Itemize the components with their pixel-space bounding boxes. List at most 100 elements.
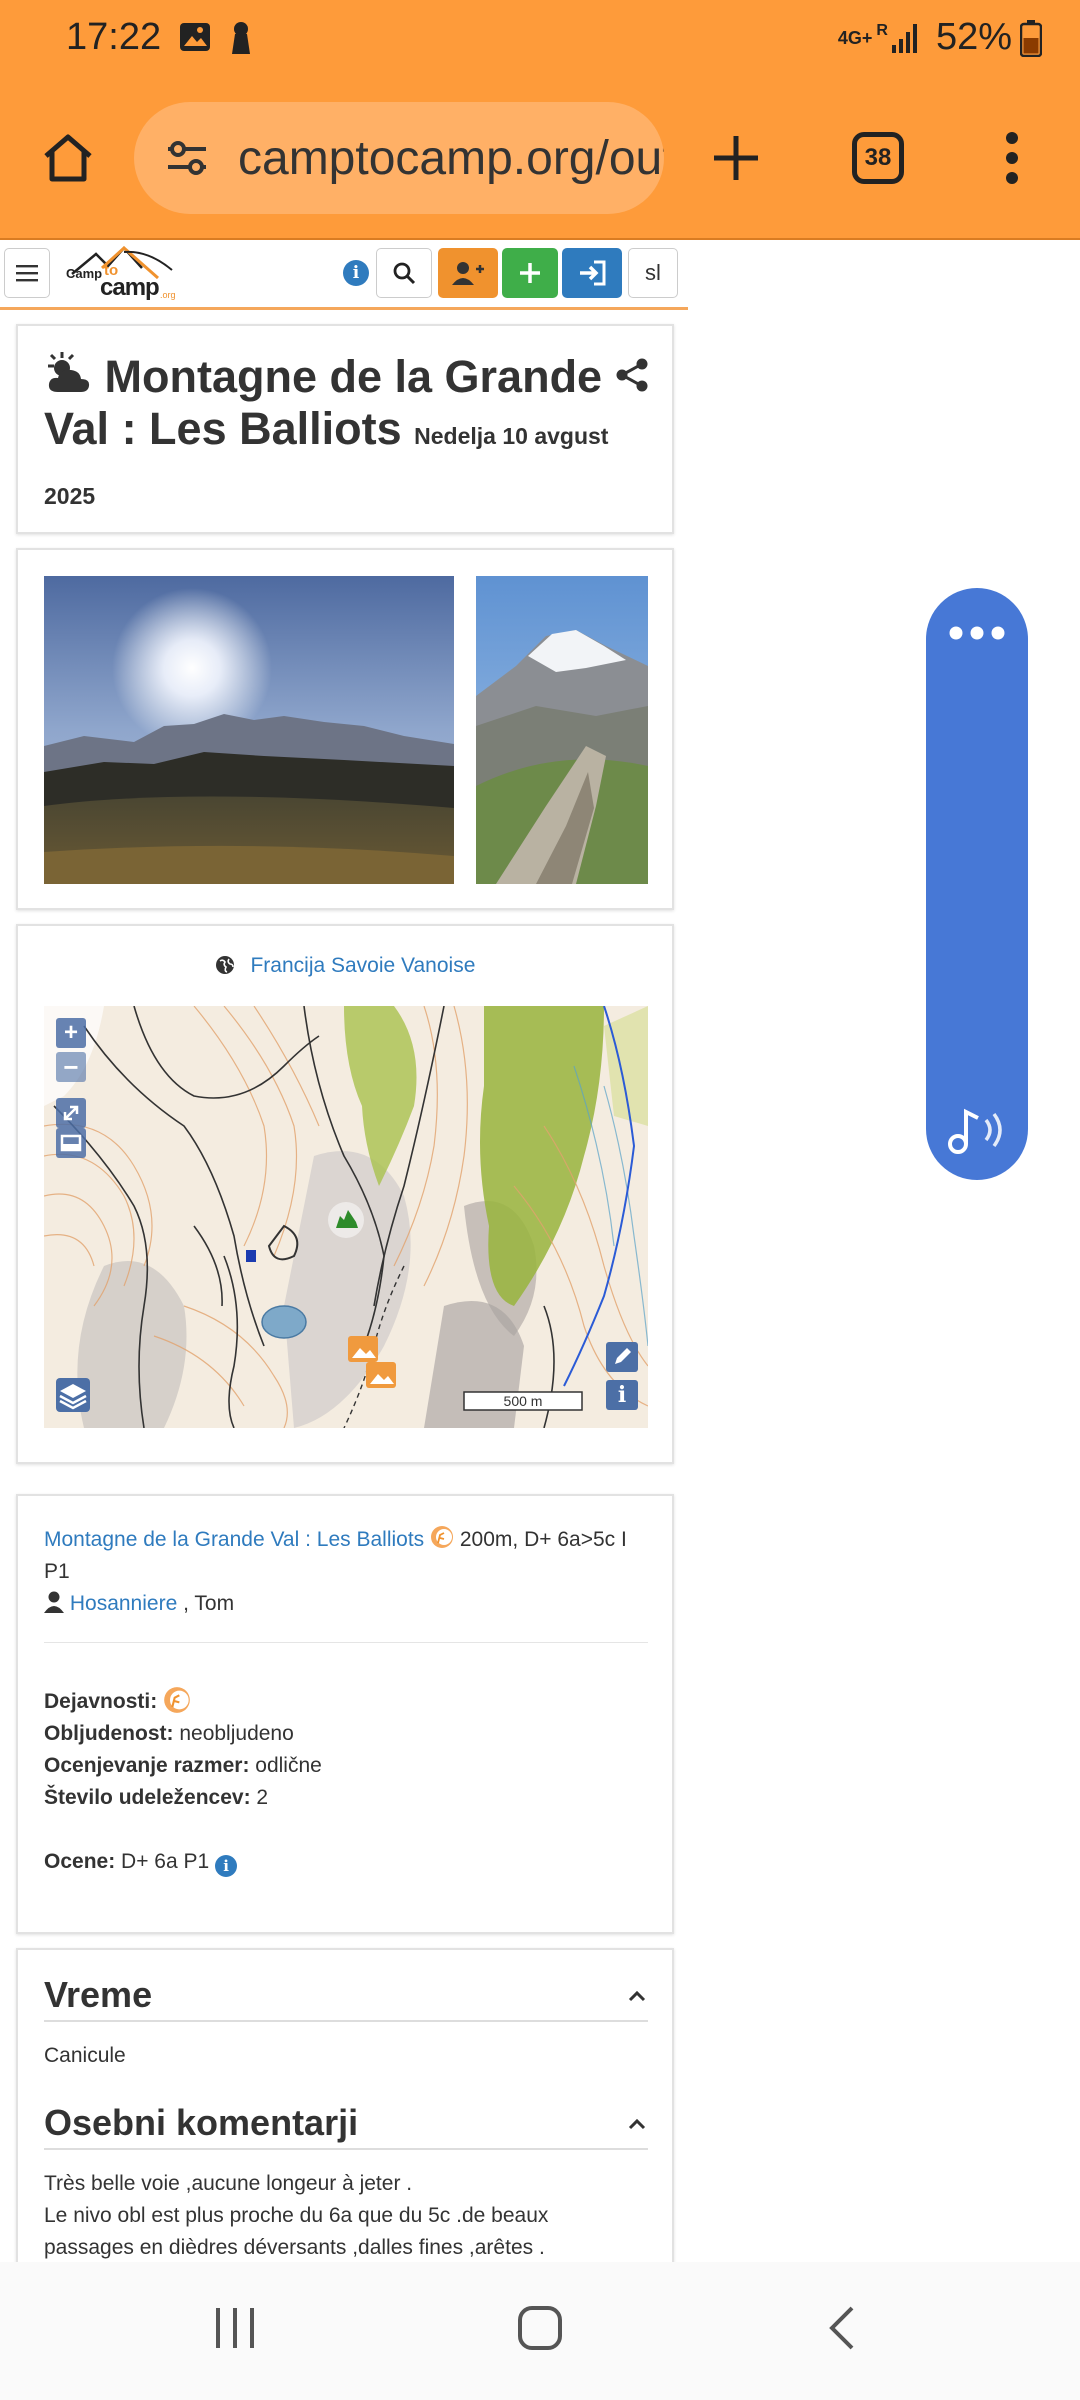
url-text: camptocamp.org/outings <box>238 131 664 185</box>
battery-percent: 52% <box>935 16 1012 58</box>
map-info-button[interactable]: i <box>606 1380 638 1410</box>
participants-count-value: 2 <box>256 1786 269 1809</box>
logo-text-org: .org <box>160 290 176 300</box>
floating-assistant-panel[interactable] <box>926 588 1028 1180</box>
roaming-indicator: R <box>876 21 888 39</box>
system-nav-bar <box>0 2262 1080 2400</box>
language-selector[interactable]: sl <box>628 248 678 298</box>
photo-card <box>16 548 674 910</box>
map-scale-label: 500 m <box>503 1393 543 1409</box>
weather-sun-cloud-icon <box>48 352 90 392</box>
layers-icon[interactable] <box>56 1378 90 1412</box>
chevron-up-icon[interactable] <box>628 2118 646 2130</box>
menu-button[interactable] <box>4 248 50 298</box>
login-button[interactable] <box>562 248 622 298</box>
status-right: 4G+ R 52% <box>838 16 1042 59</box>
participant-link[interactable]: Hosanniere <box>70 1592 177 1615</box>
hamburger-icon <box>16 265 38 282</box>
participants-count-row: Število udeležencev: 2 <box>44 1786 268 1810</box>
tab-switcher-button[interactable]: 38 <box>828 108 928 208</box>
network-type: 4G+ <box>837 27 873 48</box>
location-link[interactable]: Francija Savoie Vanoise <box>250 954 475 977</box>
info-icon[interactable]: i <box>343 260 369 286</box>
new-tab-button[interactable] <box>686 108 786 208</box>
search-icon <box>393 262 416 285</box>
site-navbar: Camp to camp .org i sl <box>0 240 688 310</box>
frequentation-label: Obljudenost: <box>44 1722 174 1745</box>
comments-heading[interactable]: Osebni komentarji <box>44 2102 358 2144</box>
back-icon[interactable] <box>826 2304 856 2352</box>
add-document-button[interactable] <box>502 248 558 298</box>
share-icon[interactable] <box>616 358 648 392</box>
comments-line-1: Très belle voie ,aucune longeur à jeter … <box>44 2172 413 2195</box>
sign-in-icon <box>580 260 606 286</box>
weather-heading[interactable]: Vreme <box>44 1974 152 2016</box>
outing-photo-2[interactable] <box>476 576 648 884</box>
home-icon <box>44 134 92 182</box>
title-card: Montagne de la Grande Val : Les Balliots… <box>16 324 674 534</box>
conditions-value: odlične <box>255 1754 322 1777</box>
plus-icon <box>714 136 758 180</box>
user-plus-icon <box>452 262 484 285</box>
zoom-out-button[interactable]: − <box>56 1052 86 1082</box>
tab-count: 38 <box>852 132 904 184</box>
participants-count-label: Število udeležencev: <box>44 1786 251 1809</box>
associated-route: Montagne de la Grande Val : Les Balliots… <box>44 1524 648 1588</box>
zoom-in-button[interactable]: + <box>56 1018 86 1048</box>
rock-climbing-activity-icon <box>431 1526 454 1548</box>
more-horiz-icon[interactable] <box>948 624 1006 642</box>
frequentation-value: neobljudeno <box>179 1722 294 1745</box>
outing-photo-1[interactable] <box>44 576 454 884</box>
fullscreen-icon[interactable] <box>56 1098 86 1128</box>
activities-row: Dejavnosti: <box>44 1686 191 1714</box>
map-card: Francija Savoie Vanoise + − i 500 m <box>16 924 674 1464</box>
home-button[interactable] <box>18 108 118 208</box>
music-sound-icon[interactable] <box>946 1104 1010 1156</box>
comments-divider <box>44 2148 648 2150</box>
home-nav-icon[interactable] <box>516 2304 564 2352</box>
location-row: Francija Savoie Vanoise <box>18 954 672 978</box>
ratings-label: Ocene: <box>44 1850 116 1873</box>
participant-other: , Tom <box>183 1592 235 1615</box>
weather-text: Canicule <box>44 2044 126 2067</box>
recent-apps-icon[interactable] <box>212 2304 258 2352</box>
user-icon <box>44 1591 64 1613</box>
ratings-info-icon[interactable]: i <box>215 1855 238 1877</box>
logo-text-top: Camp <box>66 266 103 281</box>
site-settings-icon[interactable] <box>164 135 210 181</box>
search-button[interactable] <box>376 248 432 298</box>
conditions-label: Ocenjevanje razmer: <box>44 1754 250 1777</box>
outing-title-block: Montagne de la Grande Val : Les Balliots… <box>44 350 624 523</box>
camptocamp-logo[interactable]: Camp to camp .org <box>62 244 182 306</box>
plus-icon <box>520 263 540 283</box>
more-vert-icon <box>1006 132 1018 184</box>
participants-row: Hosanniere , Tom <box>44 1588 234 1620</box>
browser-toolbar: camptocamp.org/outings 38 <box>0 78 1080 240</box>
edit-map-icon[interactable] <box>606 1342 638 1372</box>
keyhole-notification-icon <box>232 22 250 54</box>
topo-map[interactable]: + − i 500 m <box>44 1006 648 1428</box>
comments-line-2: Le nivo obl est plus proche du 6a que du… <box>44 2204 549 2227</box>
web-page: Camp to camp .org i sl Montagne de la Gr… <box>0 240 1080 2262</box>
browser-menu-button[interactable] <box>962 108 1062 208</box>
rock-climbing-activity-icon <box>164 1687 190 1713</box>
map-view-icon[interactable] <box>56 1128 86 1158</box>
comments-line-3: passages en dièdres déversants ,dalles f… <box>44 2236 545 2259</box>
signup-button[interactable] <box>438 248 498 298</box>
ratings-row: Ocene: D+ 6a P1 i <box>44 1850 238 1877</box>
activities-label: Dejavnosti: <box>44 1690 158 1713</box>
description-card: Vreme Canicule Osebni komentarji Très be… <box>16 1948 674 2262</box>
status-time: 17:22 <box>66 16 162 58</box>
status-bar: 17:22 4G+ R 52% <box>0 0 1080 78</box>
logo-text-bottom: camp <box>100 274 160 301</box>
signal-icon <box>891 23 917 53</box>
globe-icon <box>215 956 234 974</box>
conditions-row: Ocenjevanje razmer: odlične <box>44 1754 322 1778</box>
route-link[interactable]: Montagne de la Grande Val : Les Balliots <box>44 1528 424 1551</box>
divider <box>44 1642 648 1643</box>
battery-icon <box>1020 19 1042 57</box>
chevron-up-icon[interactable] <box>628 1990 646 2002</box>
address-bar[interactable]: camptocamp.org/outings <box>134 102 664 214</box>
outing-info-card: Montagne de la Grande Val : Les Balliots… <box>16 1494 674 1934</box>
gallery-notification-icon <box>180 23 210 51</box>
